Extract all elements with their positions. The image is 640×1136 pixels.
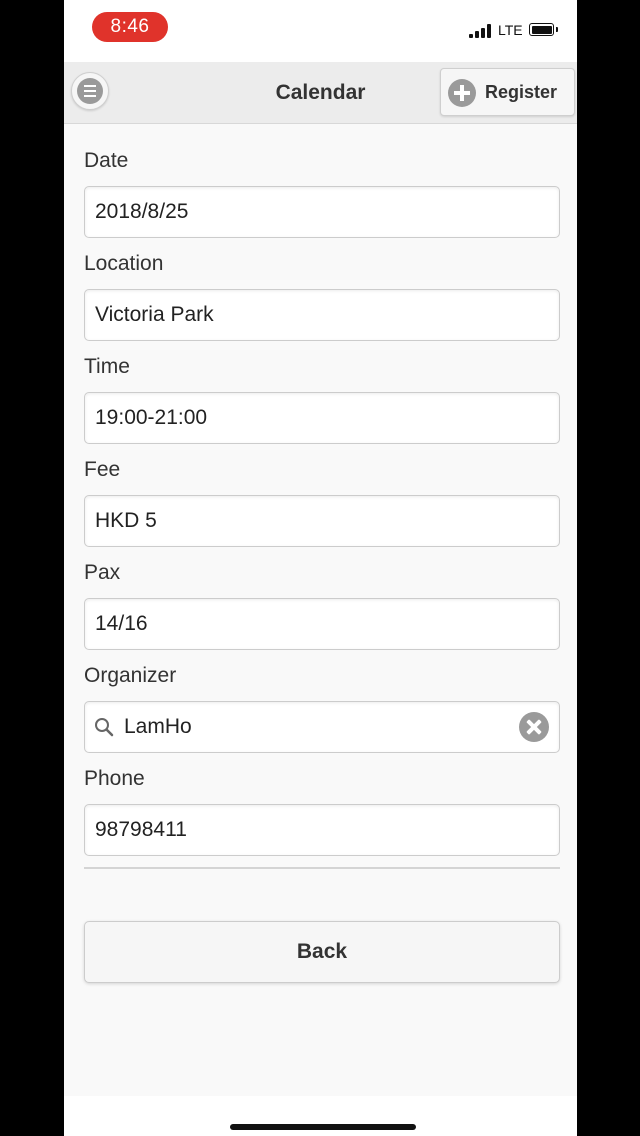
home-indicator[interactable] <box>230 1124 416 1130</box>
phone-label: Phone <box>84 767 145 790</box>
pax-label: Pax <box>84 561 121 584</box>
location-value: Victoria Park <box>95 303 214 326</box>
phone-field[interactable]: 98798411 <box>84 804 560 856</box>
nav-bar: Calendar Register <box>64 62 577 124</box>
signal-icon <box>469 24 491 38</box>
organizer-search-field[interactable]: LamHo <box>84 701 560 753</box>
date-label: Date <box>84 149 129 172</box>
pax-value: 14/16 <box>95 612 148 635</box>
search-icon <box>95 718 114 737</box>
menu-button[interactable] <box>71 72 109 110</box>
time-value: 19:00-21:00 <box>95 406 208 429</box>
register-label: Register <box>485 82 558 102</box>
fee-value: HKD 5 <box>95 509 157 532</box>
phone-screen: 8:46 LTE Calendar Register Date 2018/8/2… <box>64 0 577 1136</box>
time-label: Time <box>84 355 130 378</box>
time-field[interactable]: 19:00-21:00 <box>84 392 560 444</box>
back-button[interactable]: Back <box>84 921 560 983</box>
location-field[interactable]: Victoria Park <box>84 289 560 341</box>
fee-label: Fee <box>84 458 121 481</box>
pax-field[interactable]: 14/16 <box>84 598 560 650</box>
organizer-label: Organizer <box>84 664 177 687</box>
date-value: 2018/8/25 <box>95 200 189 223</box>
status-time: 8:46 <box>92 12 168 42</box>
battery-icon <box>529 23 558 36</box>
location-label: Location <box>84 252 164 275</box>
register-button[interactable]: Register <box>440 68 575 116</box>
clear-icon[interactable] <box>519 712 549 742</box>
divider <box>84 867 560 869</box>
fee-field[interactable]: HKD 5 <box>84 495 560 547</box>
plus-icon <box>448 79 476 107</box>
organizer-value: LamHo <box>124 715 192 738</box>
menu-icon <box>77 78 103 104</box>
date-field[interactable]: 2018/8/25 <box>84 186 560 238</box>
phone-value: 98798411 <box>95 818 187 841</box>
status-bar: 8:46 LTE <box>64 0 577 62</box>
network-label: LTE <box>498 22 523 38</box>
bottom-safe-area <box>64 1096 577 1136</box>
